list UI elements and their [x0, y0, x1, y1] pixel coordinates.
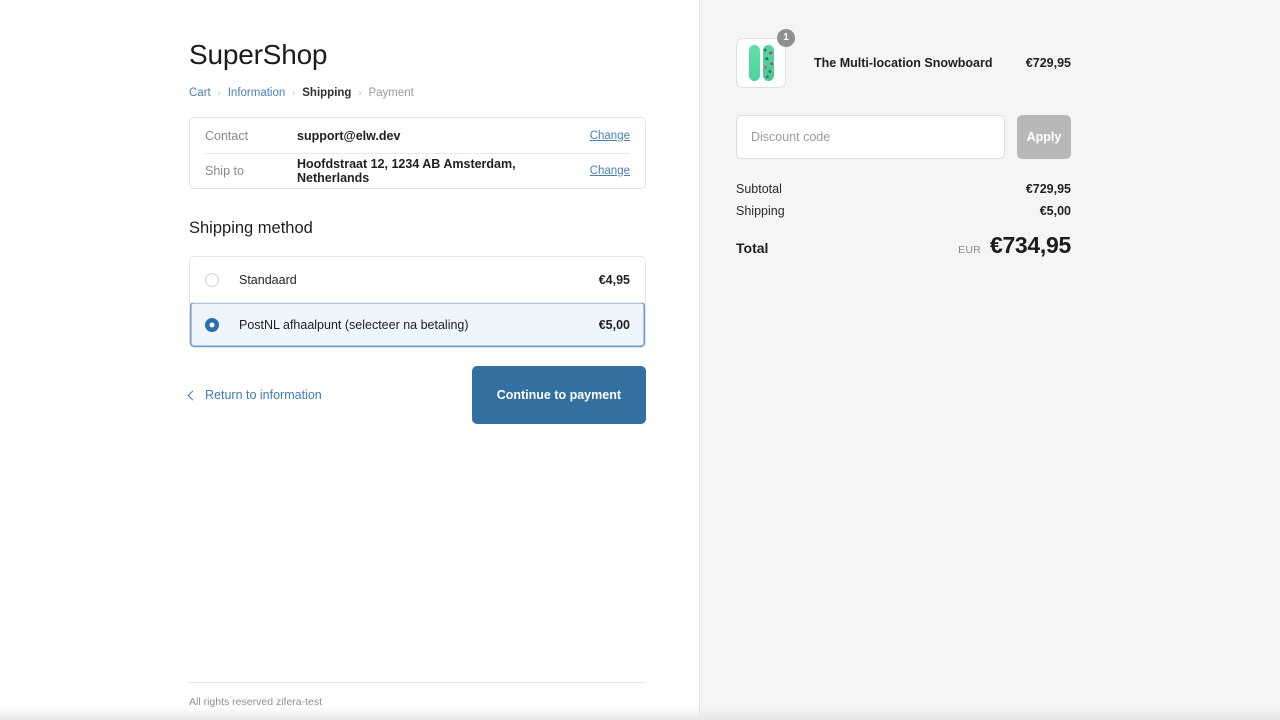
checkout-actions: Return to information Continue to paymen…: [187, 366, 646, 424]
review-row-ship-to: Ship to Hoofdstraat 12, 1234 AB Amsterda…: [190, 153, 645, 188]
chevron-left-icon: [187, 390, 198, 400]
discount-row: Apply: [736, 115, 1071, 159]
breadcrumb-item-shipping: Shipping: [302, 87, 352, 99]
shipping-option-standaard[interactable]: Standaard €4,95: [190, 257, 645, 302]
quantity-badge: 1: [777, 29, 795, 47]
shipping-option-price: €5,00: [598, 317, 630, 332]
radio-unselected-icon[interactable]: [205, 272, 219, 287]
review-row-contact: Contact support@elw.dev Change: [190, 118, 645, 153]
main-content: SuperShop Cart › Information › Shipping …: [0, 0, 699, 424]
breadcrumb-item-information[interactable]: Information: [228, 86, 286, 100]
return-link-label: Return to information: [205, 388, 322, 402]
snowboard-pair-thumbnail-icon: [736, 38, 786, 88]
footer: All rights reserved zifera-test: [189, 682, 646, 708]
order-summary: 1 The Multi-location Snowboard €729,95 A…: [700, 0, 1280, 259]
order-summary-column: 1 The Multi-location Snowboard €729,95 A…: [699, 0, 1280, 720]
total-line-subtotal: Subtotal €729,95: [736, 182, 1071, 196]
shop-title: SuperShop: [189, 39, 328, 70]
review-value-contact: support@elw.dev: [297, 128, 401, 143]
shipping-value: €5,00: [1039, 204, 1071, 218]
shipping-method-title: Shipping method: [189, 219, 313, 237]
review-value-ship-to: Hoofdstraat 12, 1234 AB Amsterdam, Nethe…: [297, 156, 516, 185]
breadcrumb-item-cart[interactable]: Cart: [189, 86, 211, 100]
line-item-price: €729,95: [1025, 56, 1071, 70]
chevron-right-icon: ›: [217, 87, 221, 98]
shipping-option-price: €4,95: [598, 272, 630, 287]
shipping-option-label: PostNL afhaalpunt (selecteer na betaling…: [239, 317, 469, 332]
line-item-name: The Multi-location Snowboard: [814, 56, 993, 70]
change-address-link[interactable]: Change: [590, 165, 630, 177]
snowboard-solid-icon: [748, 45, 760, 81]
apply-discount-button[interactable]: Apply: [1017, 115, 1071, 159]
total-line-shipping: Shipping €5,00: [736, 204, 1071, 218]
subtotal-value: €729,95: [1025, 182, 1071, 196]
breadcrumb-item-payment: Payment: [368, 87, 414, 99]
line-item-thumbnail-wrap: 1: [736, 29, 795, 88]
chevron-right-icon: ›: [358, 87, 362, 98]
snowboard-patterned-icon: [762, 45, 774, 81]
totals-block: Subtotal €729,95 Shipping €5,00 Total EU…: [736, 182, 1071, 259]
review-label-ship-to: Ship to: [205, 163, 244, 178]
grand-total-amount-group: EUR €734,95: [958, 232, 1071, 259]
chevron-right-icon: ›: [292, 87, 296, 98]
subtotal-label: Subtotal: [736, 182, 782, 196]
breadcrumb: Cart › Information › Shipping › Payment: [189, 86, 645, 100]
footer-text: All rights reserved zifera-test: [189, 696, 323, 708]
return-to-information-link[interactable]: Return to information: [187, 388, 322, 402]
grand-total-currency: EUR: [958, 244, 981, 256]
shipping-method-list: Standaard €4,95 PostNL afhaalpunt (selec…: [189, 256, 646, 348]
line-item: 1 The Multi-location Snowboard €729,95: [736, 29, 1071, 88]
discount-code-input[interactable]: [736, 115, 1005, 159]
shipping-option-label: Standaard: [239, 272, 297, 287]
radio-selected-icon[interactable]: [205, 317, 219, 332]
continue-to-payment-button[interactable]: Continue to payment: [471, 366, 646, 424]
change-contact-link[interactable]: Change: [590, 130, 630, 142]
review-label-contact: Contact: [205, 128, 249, 143]
checkout-main-column: SuperShop Cart › Information › Shipping …: [0, 0, 699, 720]
grand-total-label: Total: [736, 240, 769, 256]
grand-total-amount: €734,95: [989, 232, 1071, 258]
shipping-label: Shipping: [736, 204, 785, 218]
shipping-option-postnl[interactable]: PostNL afhaalpunt (selecteer na betaling…: [190, 302, 645, 347]
footer-divider: [189, 682, 646, 683]
order-review-card: Contact support@elw.dev Change Ship to H…: [189, 117, 646, 189]
total-line-grand: Total EUR €734,95: [736, 232, 1071, 259]
checkout-page: SuperShop Cart › Information › Shipping …: [0, 0, 1280, 720]
